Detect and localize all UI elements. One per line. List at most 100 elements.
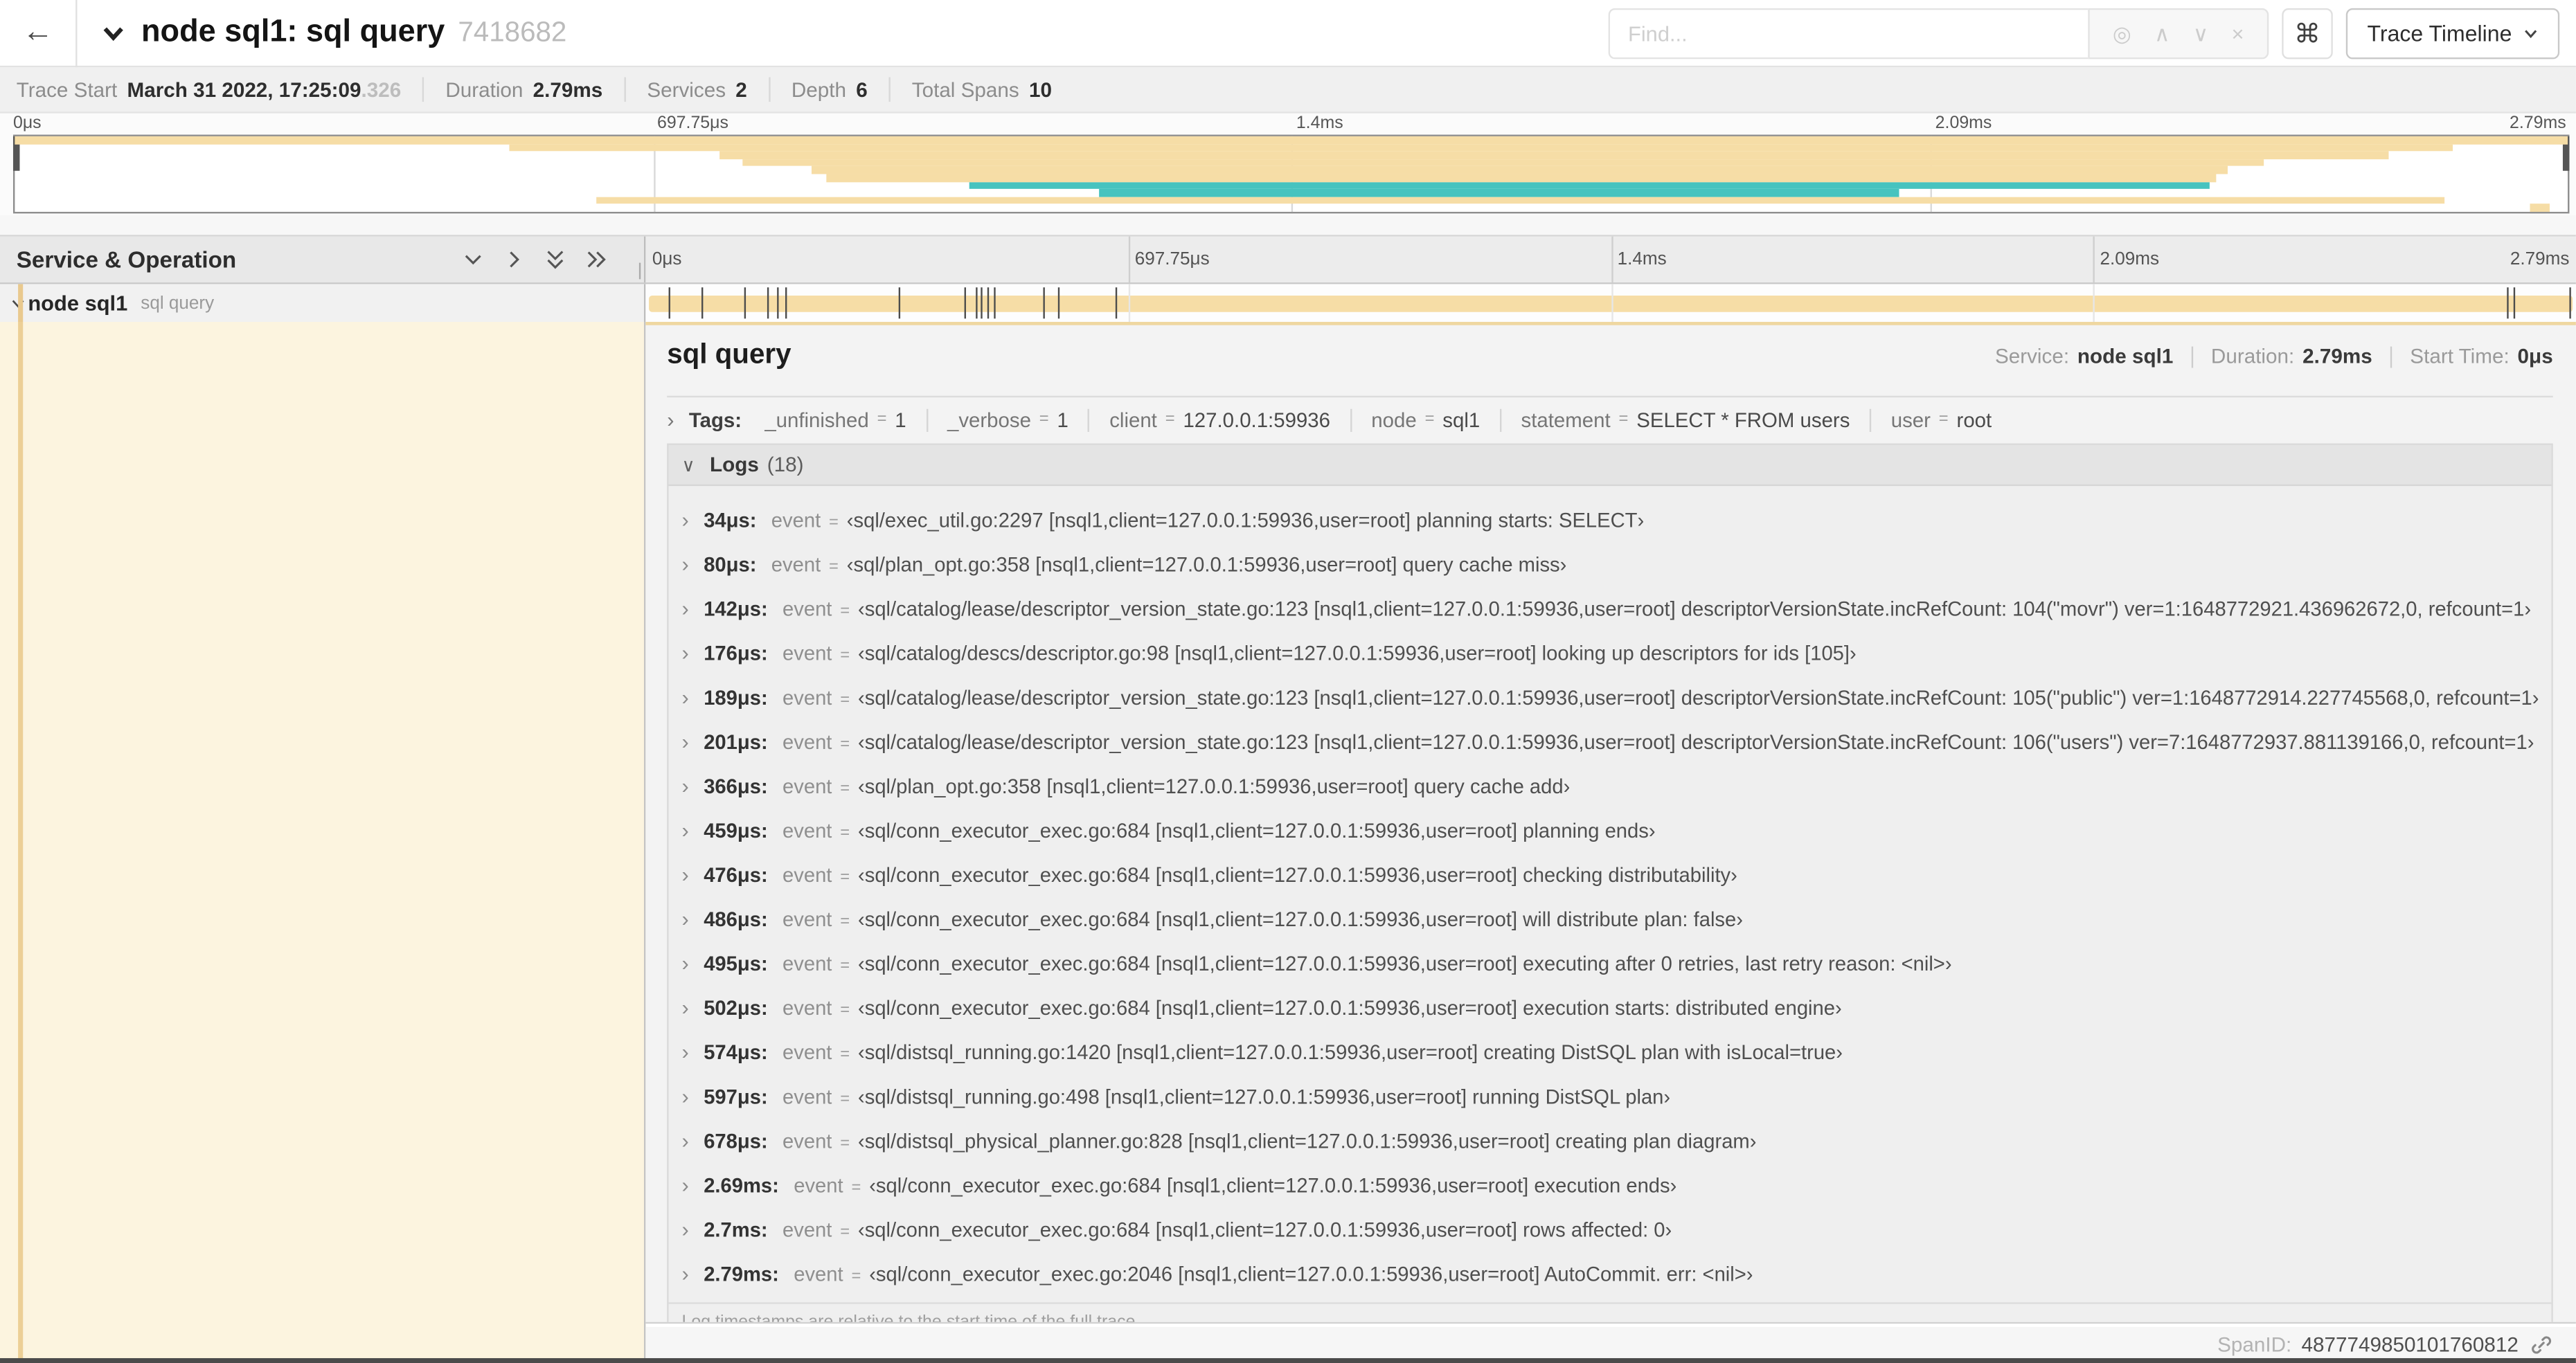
minimap-span-row	[15, 189, 2568, 197]
prev-match-icon[interactable]: ∧	[2154, 23, 2170, 44]
log-time: 2.7ms:	[704, 1218, 768, 1242]
log-event-tick	[1058, 287, 1061, 319]
minimap-span-bar	[719, 151, 2389, 159]
log-message: ‹sql/conn_executor_exec.go:684 [nsql1,cl…	[858, 997, 1842, 1020]
tags-row[interactable]: › Tags: _unfinished = 1 _verbose = 1 client = 12…	[667, 397, 2553, 442]
log-time: 502μs:	[704, 997, 768, 1020]
log-field-label: event	[794, 1263, 843, 1286]
log-entry[interactable]: › 2.79ms: event = ‹sql/conn_executor_exec.go…	[669, 1252, 2552, 1296]
log-entry[interactable]: › 366μs: event = ‹sql/plan_opt.go:358 [nsql1…	[669, 764, 2552, 808]
expand-one-icon[interactable]	[503, 248, 526, 271]
logs-title: Logs	[710, 453, 759, 476]
log-entry[interactable]: › 176μs: event = ‹sql/catalog/descs/descript…	[669, 631, 2552, 675]
log-entry[interactable]: › 201μs: event = ‹sql/catalog/lease/descript…	[669, 719, 2552, 764]
log-entry[interactable]: › 476μs: event = ‹sql/conn_executor_exec.go:…	[669, 852, 2552, 896]
equals-sign: =	[840, 1223, 850, 1242]
log-field-label: event	[782, 997, 832, 1020]
log-event-tick	[1114, 287, 1117, 319]
view-selector-button[interactable]: Trace Timeline	[2345, 8, 2560, 60]
axis-label: 2.09ms	[2100, 249, 2160, 270]
chevron-right-icon: ›	[681, 729, 689, 754]
minimap-span-bar	[969, 181, 2210, 190]
minimap-span-row	[15, 143, 2568, 152]
back-button[interactable]: ←	[0, 0, 78, 67]
log-message: ‹sql/conn_executor_exec.go:684 [nsql1,cl…	[869, 1174, 1677, 1198]
minimap-canvas[interactable]	[12, 134, 2570, 214]
command-icon: ⌘	[2293, 20, 2320, 48]
log-entry[interactable]: › 495μs: event = ‹sql/conn_executor_exec.go:…	[669, 941, 2552, 985]
log-entry[interactable]: › 574μs: event = ‹sql/distsql_running.go:142…	[669, 1029, 2552, 1074]
log-entry[interactable]: › 678μs: event = ‹sql/distsql_physical_plann…	[669, 1119, 2552, 1163]
trace-collapse-toggle[interactable]	[100, 19, 127, 46]
axis-label: 697.75μs	[1134, 249, 1210, 270]
log-entry[interactable]: › 189μs: event = ‹sql/catalog/lease/descript…	[669, 675, 2552, 719]
span-id-value: 4877749850101760812	[2301, 1333, 2519, 1357]
detail-left-column	[0, 321, 646, 1363]
log-time: 495μs:	[704, 952, 768, 976]
detail-meta-label: Duration:	[2210, 345, 2295, 368]
minimap-span-bar	[742, 159, 2264, 167]
log-entry[interactable]: › 80μs: event = ‹sql/plan_opt.go:358 [nsql1,…	[669, 542, 2552, 586]
log-field-label: event	[782, 863, 832, 887]
span-row-timeline[interactable]	[645, 284, 2576, 322]
logs-header[interactable]: ∨ Logs (18)	[668, 444, 2552, 487]
log-entry[interactable]: › 142μs: event = ‹sql/catalog/lease/descript…	[669, 586, 2552, 631]
chevron-right-icon: ›	[681, 862, 689, 887]
span-row-label[interactable]: node sql1 sql query	[0, 284, 646, 322]
log-entry[interactable]: › 2.69ms: event = ‹sql/conn_executor_exec.go…	[669, 1163, 2552, 1207]
equals-sign: =	[1039, 410, 1049, 429]
locate-icon[interactable]: ◎	[2113, 23, 2131, 44]
axis-gridline	[2093, 236, 2095, 283]
collapse-all-icon[interactable]	[544, 248, 566, 271]
span-service-name: node sql1	[28, 290, 128, 316]
log-time: 459μs:	[704, 819, 768, 843]
minimap-axis-labels: 0μs 697.75μs 1.4ms 2.09ms 2.79ms	[13, 114, 2569, 135]
keyboard-shortcuts-button[interactable]: ⌘	[2282, 8, 2333, 60]
expand-all-icon[interactable]	[585, 248, 608, 271]
log-entry[interactable]: › 502μs: event = ‹sql/conn_executor_exec.go:…	[669, 985, 2552, 1029]
detail-meta-item: Start Time: 0μs	[2392, 345, 2552, 368]
minimap-span-bar	[15, 136, 2568, 144]
find-input[interactable]	[1608, 8, 2088, 60]
summary-item: Services 2	[625, 77, 770, 102]
chevron-right-icon: ›	[681, 950, 689, 976]
chevron-right-icon: ›	[681, 1216, 689, 1242]
log-entry[interactable]: › 459μs: event = ‹sql/conn_executor_exec.go:…	[669, 808, 2552, 852]
log-time: 189μs:	[704, 686, 768, 710]
minimap-span-row	[15, 166, 2568, 174]
log-entry[interactable]: › 597μs: event = ‹sql/distsql_running.go:498…	[669, 1074, 2552, 1119]
page-title: node sql1: sql query	[141, 15, 445, 50]
detail-meta-value: node sql1	[2077, 345, 2174, 368]
next-match-icon[interactable]: ∨	[2193, 23, 2209, 44]
chevron-right-icon: ›	[681, 906, 689, 932]
log-event-tick	[976, 287, 978, 319]
chevron-right-icon: ›	[681, 1128, 689, 1153]
detail-meta-label: Service:	[1994, 345, 2070, 368]
view-selector-label: Trace Timeline	[2367, 21, 2512, 46]
log-event-tick	[2570, 287, 2572, 319]
chevron-right-icon: ›	[681, 596, 689, 621]
collapse-one-icon[interactable]	[462, 248, 485, 271]
equals-sign: =	[1938, 410, 1949, 429]
logs-footnote: Log timestamps are relative to the start…	[668, 1302, 2552, 1322]
log-message: ‹sql/exec_util.go:2297 [nsql1,client=127…	[846, 509, 1645, 532]
minimap-span-bar	[811, 166, 2228, 174]
row-gridline	[2093, 284, 2095, 322]
summary-item: Duration 2.79ms	[424, 77, 626, 102]
log-field-label: event	[782, 1130, 832, 1153]
link-icon[interactable]	[2530, 1333, 2552, 1356]
log-time: 80μs:	[704, 553, 757, 577]
log-message: ‹sql/conn_executor_exec.go:684 [nsql1,cl…	[857, 1218, 1672, 1242]
log-entry[interactable]: › 2.7ms: event = ‹sql/conn_executor_exec.go:…	[669, 1207, 2552, 1252]
log-field-label: event	[771, 553, 821, 577]
log-time: 486μs:	[704, 908, 768, 932]
summary-value: 6	[856, 78, 868, 101]
span-row[interactable]: node sql1 sql query	[0, 284, 2576, 322]
back-arrow-icon: ←	[22, 15, 54, 50]
log-entries: › 34μs: event = ‹sql/exec_util.go:2297 [nsql…	[668, 486, 2552, 1303]
log-entry[interactable]: › 486μs: event = ‹sql/conn_executor_exec.go:…	[669, 896, 2552, 941]
log-field-label: event	[782, 1085, 832, 1109]
log-entry[interactable]: › 34μs: event = ‹sql/exec_util.go:2297 [nsql…	[669, 498, 2552, 542]
log-field-label: event	[782, 1218, 832, 1242]
clear-find-icon[interactable]: ×	[2232, 23, 2244, 44]
